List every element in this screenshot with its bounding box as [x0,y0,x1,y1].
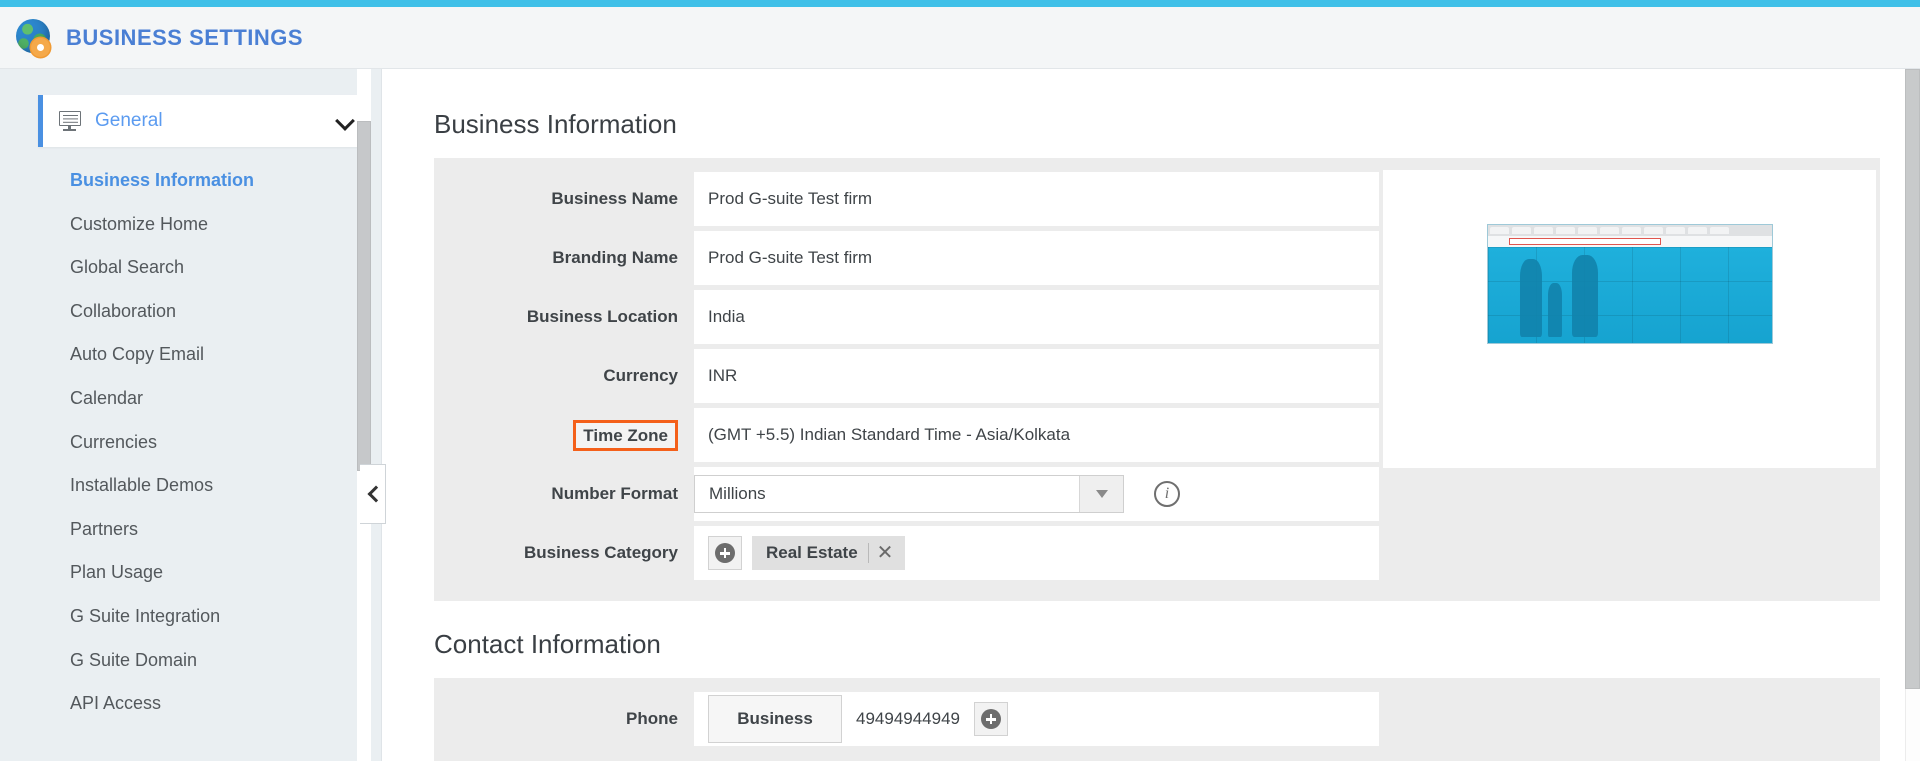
sidebar: General Business Information Customize H… [0,69,382,761]
phone-type-button[interactable]: Business [708,695,842,743]
phone-number-value[interactable]: 49494944949 [842,709,974,729]
sidebar-item-global-search[interactable]: Global Search [0,246,381,290]
sidebar-collapse-button[interactable] [360,464,386,524]
field-row-business-name: Business Name Prod G-suite Test firm [434,172,1379,226]
label-time-zone-wrapper: Time Zone [434,408,694,462]
info-icon[interactable]: i [1154,481,1180,507]
sidebar-item-list: Business Information Customize Home Glob… [0,147,381,726]
chevron-down-icon[interactable] [337,113,353,129]
contact-information-fields: Phone Business 49494944949 [434,678,1379,761]
label-number-format: Number Format [551,484,678,503]
business-category-control: Real Estate ✕ [694,526,1379,580]
sidebar-group-label: General [95,110,163,131]
body-layout: General Business Information Customize H… [0,69,1920,761]
globe-gear-icon [12,16,56,60]
close-icon[interactable]: ✕ [867,543,902,563]
value-branding-name[interactable]: Prod G-suite Test firm [694,231,1379,285]
value-time-zone[interactable]: (GMT +5.5) Indian Standard Time - Asia/K… [694,408,1379,462]
business-logo-preview[interactable] [1383,170,1876,468]
chevron-left-icon [367,488,379,500]
sidebar-item-plan-usage[interactable]: Plan Usage [0,551,381,595]
phone-control: Business 49494944949 [694,692,1379,746]
business-information-fields: Business Name Prod G-suite Test firm Bra… [434,158,1379,601]
label-business-location: Business Location [526,307,678,326]
field-row-phone: Phone Business 49494944949 [434,692,1379,746]
main-content: Business Information Business Name Prod … [382,69,1920,761]
value-business-name[interactable]: Prod G-suite Test firm [694,172,1379,226]
main-scrollbar-thumb[interactable] [1905,69,1920,689]
sidebar-item-auto-copy-email[interactable]: Auto Copy Email [0,333,381,377]
sidebar-scrollbar-thumb[interactable] [357,121,371,471]
number-format-value: Millions [709,484,766,503]
label-business-name: Business Name [551,189,678,208]
sidebar-item-partners[interactable]: Partners [0,508,381,552]
contact-information-panel: Phone Business 49494944949 [434,678,1880,761]
label-time-zone: Time Zone [573,419,678,451]
plus-circle-icon [981,709,1002,729]
sidebar-item-installable-demos[interactable]: Installable Demos [0,464,381,508]
business-information-panel: Business Name Prod G-suite Test firm Bra… [434,158,1880,601]
sidebar-item-calendar[interactable]: Calendar [0,377,381,421]
field-row-branding-name: Branding Name Prod G-suite Test firm [434,231,1379,285]
sidebar-item-currencies[interactable]: Currencies [0,421,381,465]
label-phone: Phone [626,709,678,728]
value-business-location[interactable]: India [694,290,1379,344]
field-row-business-location: Business Location India [434,290,1379,344]
label-currency: Currency [603,366,678,385]
sidebar-item-api-access[interactable]: API Access [0,682,381,726]
gear-icon [31,37,50,57]
plus-circle-icon [715,543,735,563]
top-accent-bar [0,0,1920,7]
number-format-select[interactable]: Millions [694,475,1124,513]
section-title-contact-information: Contact Information [434,629,661,659]
contact-panel-right-spacer [1379,678,1880,761]
field-row-currency: Currency INR [434,349,1379,403]
logo-thumbnail-image [1486,224,1773,344]
chevron-down-icon[interactable] [1079,476,1123,512]
page-title: BUSINESS SETTINGS [66,24,304,50]
logo-preview-area [1379,158,1880,601]
label-branding-name: Branding Name [552,248,678,267]
business-category-chip-label: Real Estate [766,543,858,562]
business-category-chip[interactable]: Real Estate ✕ [752,536,906,570]
value-currency[interactable]: INR [694,349,1379,403]
add-business-category-button[interactable] [708,536,742,570]
field-row-time-zone: Time Zone (GMT +5.5) Indian Standard Tim… [434,408,1379,462]
sidebar-item-g-suite-integration[interactable]: G Suite Integration [0,595,381,639]
sidebar-group-general[interactable]: General [38,95,367,147]
sidebar-item-collaboration[interactable]: Collaboration [0,290,381,334]
section-title-business-information: Business Information [434,109,677,139]
sidebar-item-customize-home[interactable]: Customize Home [0,203,381,247]
app-header: BUSINESS SETTINGS [0,7,1920,69]
field-row-business-category: Business Category Real Estate ✕ [434,526,1379,580]
add-phone-button[interactable] [974,702,1009,736]
field-row-number-format: Number Format Millions i [434,467,1379,521]
number-format-control: Millions i [694,467,1379,521]
label-business-category: Business Category [524,543,678,562]
sidebar-item-business-information[interactable]: Business Information [0,159,381,203]
monitor-icon [59,111,81,131]
sidebar-item-g-suite-domain[interactable]: G Suite Domain [0,639,381,683]
